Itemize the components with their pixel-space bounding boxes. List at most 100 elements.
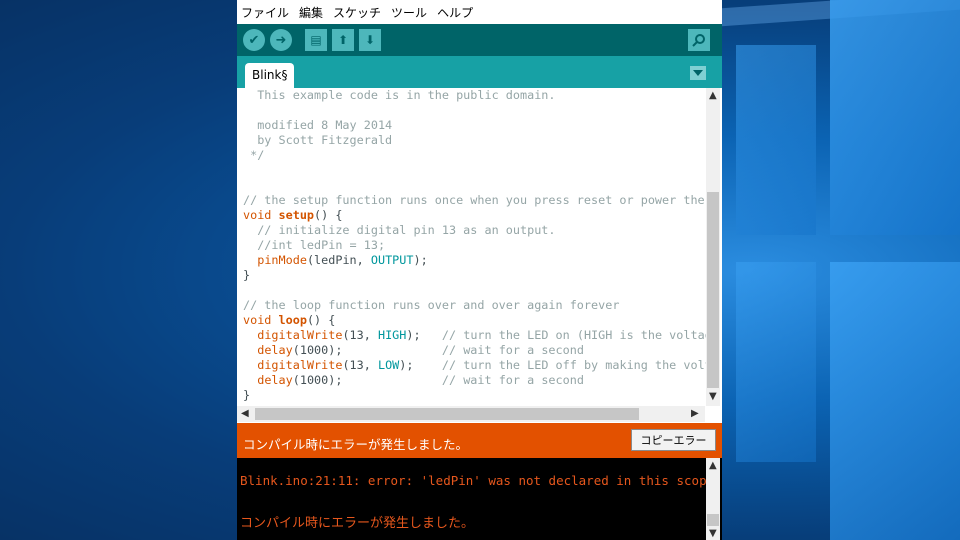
code-line[interactable]: by Scott Fitzgerald xyxy=(243,133,707,148)
file-icon: ▤ xyxy=(310,33,322,47)
check-icon: ✔ xyxy=(248,32,260,48)
horizontal-scrollbar[interactable]: ◀ ▶ xyxy=(237,406,705,422)
scroll-left-icon[interactable]: ◀ xyxy=(241,408,249,419)
console-scroll-up-icon[interactable]: ▲ xyxy=(709,460,717,471)
code-line[interactable]: */ xyxy=(243,148,707,163)
verify-button[interactable]: ✔ xyxy=(243,29,265,51)
code-line[interactable] xyxy=(243,163,707,178)
code-token: This example code is in the public domai… xyxy=(243,88,556,102)
code-token: (13, xyxy=(342,358,378,372)
code-token: void xyxy=(243,208,279,222)
scroll-up-icon[interactable]: ▲ xyxy=(709,90,717,101)
arrow-down-icon: ⬇ xyxy=(364,33,376,47)
code-token: loop xyxy=(278,313,307,327)
code-token: ); xyxy=(399,358,442,372)
code-line[interactable]: delay(1000); // wait for a second xyxy=(243,343,707,358)
code-token: (ledPin, xyxy=(306,253,371,267)
code-token: OUTPUT xyxy=(370,253,414,267)
triangle-down-icon xyxy=(693,70,703,76)
code-text[interactable]: This example code is in the public domai… xyxy=(243,88,707,406)
code-line[interactable]: modified 8 May 2014 xyxy=(243,118,707,133)
code-token: digitalWrite xyxy=(257,358,343,372)
code-token: delay xyxy=(257,343,293,357)
new-sketch-button[interactable]: ▤ xyxy=(305,29,327,51)
code-line[interactable]: // the loop function runs over and over … xyxy=(243,298,707,313)
code-token: () { xyxy=(306,313,336,327)
arduino-ide-window: ファイル 編集 スケッチ ツール ヘルプ ✔ ➜ ▤ ⬆ ⬇ Blink§ Th… xyxy=(237,0,722,540)
menu-bar: ファイル 編集 スケッチ ツール ヘルプ xyxy=(237,0,722,24)
code-token: // wait for a second xyxy=(441,343,584,357)
code-line[interactable]: // initialize digital pin 13 as an outpu… xyxy=(243,223,707,238)
error-status-message: コンパイル時にエラーが発生しました。 xyxy=(243,437,469,452)
tab-bar: Blink§ xyxy=(237,56,722,88)
code-token: } xyxy=(243,388,251,402)
code-token: digitalWrite xyxy=(257,328,343,342)
code-line[interactable]: //int ledPin = 13; xyxy=(243,238,707,253)
code-line[interactable] xyxy=(243,283,707,298)
code-line[interactable]: void loop() { xyxy=(243,313,707,328)
code-line[interactable] xyxy=(243,178,707,193)
tab-blink[interactable]: Blink§ xyxy=(245,63,295,88)
vertical-scrollbar[interactable]: ▲ ▼ xyxy=(706,88,720,406)
scroll-down-icon[interactable]: ▼ xyxy=(709,391,717,402)
code-token: */ xyxy=(243,148,265,162)
code-token: delay xyxy=(257,373,293,387)
code-line[interactable]: } xyxy=(243,388,707,403)
scroll-right-icon[interactable]: ▶ xyxy=(691,408,699,419)
code-line[interactable]: // the setup function runs once when you… xyxy=(243,193,707,208)
code-token: // turn the LED off by making the voltag… xyxy=(441,358,707,372)
code-token: pinMode xyxy=(257,253,307,267)
code-token: // the loop function runs over and over … xyxy=(243,298,620,312)
menu-edit[interactable]: 編集 xyxy=(299,4,323,21)
menu-help[interactable]: ヘルプ xyxy=(437,4,473,21)
code-token: ); xyxy=(406,328,442,342)
horizontal-scroll-thumb[interactable] xyxy=(255,408,639,420)
code-token: void xyxy=(243,313,279,327)
code-token: (13, xyxy=(342,328,378,342)
code-token: // turn the LED on (HIGH is the voltage … xyxy=(441,328,707,342)
code-token: //int ledPin = 13; xyxy=(243,238,386,252)
code-token: // initialize digital pin 13 as an outpu… xyxy=(243,223,556,237)
code-token: LOW xyxy=(377,358,400,372)
console-summary-line: コンパイル時にエラーが発生しました。 xyxy=(240,516,475,531)
code-line[interactable]: void setup() { xyxy=(243,208,707,223)
console-error-line: Blink.ino:21:11: error: 'ledPin' was not… xyxy=(240,473,715,488)
code-line[interactable]: } xyxy=(243,268,707,283)
arrow-right-icon: ➜ xyxy=(275,32,287,48)
code-line[interactable]: pinMode(ledPin, OUTPUT); xyxy=(243,253,707,268)
code-line[interactable]: delay(1000); // wait for a second xyxy=(243,373,707,388)
console-scroll-thumb[interactable] xyxy=(707,514,719,526)
menu-sketch[interactable]: スケッチ xyxy=(333,4,381,21)
code-line[interactable] xyxy=(243,103,707,118)
open-sketch-button[interactable]: ⬆ xyxy=(332,29,354,51)
error-status-bar: コンパイル時にエラーが発生しました。 コピーエラー xyxy=(237,423,722,458)
code-line[interactable]: digitalWrite(13, HIGH); // turn the LED … xyxy=(243,328,707,343)
console-scrollbar[interactable]: ▲ ▼ xyxy=(706,458,720,540)
menu-file[interactable]: ファイル xyxy=(241,4,289,21)
code-line[interactable]: This example code is in the public domai… xyxy=(243,88,707,103)
tab-menu-button[interactable] xyxy=(690,66,706,80)
code-token: (1000); xyxy=(292,343,442,357)
code-editor[interactable]: This example code is in the public domai… xyxy=(237,88,722,422)
code-token: setup xyxy=(278,208,315,222)
copy-error-button[interactable]: コピーエラー xyxy=(631,429,716,451)
code-token: by Scott Fitzgerald xyxy=(243,133,393,147)
menu-tools[interactable]: ツール xyxy=(391,4,427,21)
upload-button[interactable]: ➜ xyxy=(270,29,292,51)
console-output[interactable]: Blink.ino:21:11: error: 'ledPin' was not… xyxy=(237,458,722,540)
arrow-up-icon: ⬆ xyxy=(337,33,349,47)
vertical-scroll-thumb[interactable] xyxy=(707,192,719,388)
code-token: HIGH xyxy=(377,328,407,342)
code-token: () { xyxy=(314,208,343,222)
save-sketch-button[interactable]: ⬇ xyxy=(359,29,381,51)
magnifier-icon xyxy=(692,34,705,47)
serial-monitor-button[interactable] xyxy=(688,29,710,51)
code-token: // the setup function runs once when you… xyxy=(243,193,707,207)
code-line[interactable]: digitalWrite(13, LOW); // turn the LED o… xyxy=(243,358,707,373)
console-scroll-down-icon[interactable]: ▼ xyxy=(709,528,717,539)
